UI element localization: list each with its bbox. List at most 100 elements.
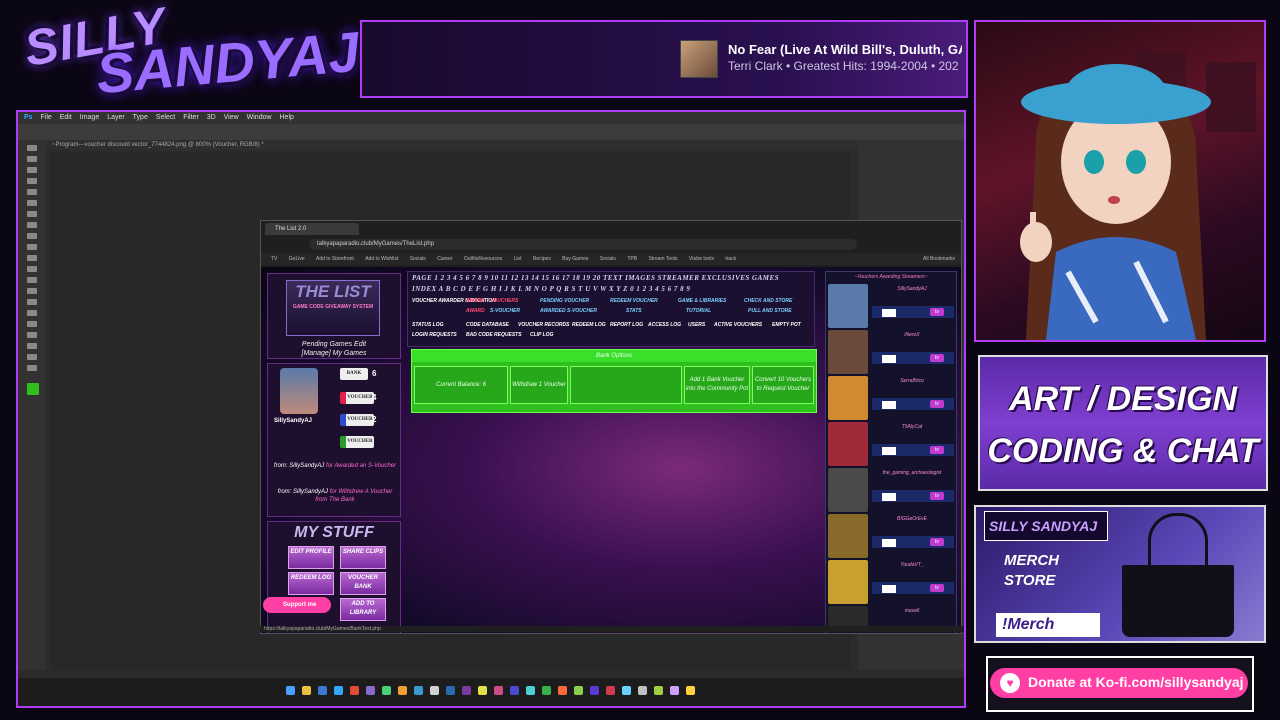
bookmark-12[interactable]: Stream Tools [648, 256, 677, 262]
share-clips-button[interactable]: SHARE CLIPS [340, 546, 386, 569]
bookmark-6[interactable]: OutfitsResources [464, 256, 502, 262]
bookmark-5[interactable]: Career [437, 256, 452, 262]
app-icon[interactable] [558, 686, 567, 695]
pen-tool-icon[interactable] [27, 310, 37, 316]
nav-active-vouchers[interactable]: ACTIVE VOUCHERS [714, 322, 762, 328]
stamp-tool-icon[interactable] [27, 244, 37, 250]
menu-help[interactable]: Help [280, 114, 294, 121]
hand-tool-icon[interactable] [27, 354, 37, 360]
menu-image[interactable]: Image [80, 114, 99, 121]
path-select-icon[interactable] [27, 332, 37, 338]
browser-tab[interactable]: The List 2.0 [265, 223, 359, 235]
app-icon[interactable] [446, 686, 455, 695]
nav-voucher-records[interactable]: VOUCHER RECORDS [518, 322, 569, 328]
app-icon[interactable] [478, 686, 487, 695]
nav-redeem-voucher[interactable]: REDEEM VOUCHER [610, 298, 658, 304]
nav-game-libraries[interactable]: GAME & LIBRARIES [678, 298, 726, 304]
nav-login-requests[interactable]: LOGIN REQUESTS [412, 332, 457, 338]
voucher-bank-button[interactable]: VOUCHER BANK [340, 572, 386, 595]
nav-clip-log[interactable]: CLIP LOG [530, 332, 553, 338]
add-to-library-button[interactable]: ADD TO LIBRARY [340, 598, 386, 621]
app-icon[interactable] [654, 686, 663, 695]
app-icon[interactable] [638, 686, 647, 695]
streamer-row[interactable]: SerraBrico tv [828, 376, 954, 420]
streamer-row[interactable]: YoudaVT_ tv [828, 560, 954, 604]
bookmark-13[interactable]: Vtube tools [689, 256, 714, 262]
twitch-icon[interactable]: tv [930, 584, 944, 592]
app-icon[interactable] [350, 686, 359, 695]
app-icon[interactable] [494, 686, 503, 695]
photoshop-document-tab[interactable]: ~Program---voucher discount vector_77448… [38, 140, 882, 150]
nav-awarded-s-voucher[interactable]: AWARDED S-VOUCHER [540, 308, 597, 314]
menu-window[interactable]: Window [247, 114, 272, 121]
streamer-row[interactable]: SillySandyAJ tv [828, 284, 954, 328]
nav-check-store[interactable]: CHECK AND STORE [744, 298, 792, 304]
nav-status-log[interactable]: STATUS LOG [412, 322, 443, 328]
app-icon[interactable] [318, 686, 327, 695]
nav-award-2[interactable]: AWARD [466, 308, 485, 314]
streamer-row[interactable]: BIGGeOrEvE tv [828, 514, 954, 558]
app-icon[interactable] [590, 686, 599, 695]
page-index-row[interactable]: PAGE 1 2 3 4 5 6 7 8 9 10 11 12 13 14 15… [412, 274, 779, 282]
streamer-row[interactable]: the_gaming_archaeologist tv [828, 468, 954, 512]
bookmark-8[interactable]: Recipes [533, 256, 551, 262]
chrome-icon[interactable] [398, 686, 407, 695]
marquee-tool-icon[interactable] [27, 156, 37, 162]
menu-edit[interactable]: Edit [60, 114, 72, 121]
pending-games-link[interactable]: Pending Games Edit [268, 340, 400, 349]
thelist-logo[interactable]: THE LIST GAME CODE GIVEAWAY SYSTEM [286, 280, 380, 336]
bookmark-9[interactable]: Buy Games [562, 256, 588, 262]
frame-tool-icon[interactable] [27, 200, 37, 206]
add-to-pot-button[interactable]: Add 1 Bank Voucher into the Community Po… [684, 366, 750, 404]
convert-vouchers-button[interactable]: Convert 10 Vouchers to Request Voucher [752, 366, 814, 404]
withdraw-voucher-button[interactable]: Withdraw 1 Voucher [510, 366, 568, 404]
zoom-tool-icon[interactable] [27, 365, 37, 371]
menu-view[interactable]: View [224, 114, 239, 121]
app-icon[interactable] [414, 686, 423, 695]
nav-stats[interactable]: STATS [626, 308, 642, 314]
app-icon[interactable] [526, 686, 535, 695]
menu-file[interactable]: File [41, 114, 52, 121]
manage-games-link[interactable]: [Manage] My Games [268, 349, 400, 358]
explorer-icon[interactable] [302, 686, 311, 695]
twitch-icon[interactable]: tv [930, 400, 944, 408]
app-icon[interactable] [542, 686, 551, 695]
app-icon[interactable] [670, 686, 679, 695]
edit-profile-button[interactable]: EDIT PROFILE [288, 546, 334, 569]
history-brush-icon[interactable] [27, 255, 37, 261]
gradient-tool-icon[interactable] [27, 277, 37, 283]
support-me-button[interactable]: Support me [263, 597, 331, 613]
twitch-icon[interactable]: tv [930, 538, 944, 546]
nav-s-voucher[interactable]: S-VOUCHER [490, 308, 520, 314]
app-icon[interactable] [382, 686, 391, 695]
app-icon[interactable] [366, 686, 375, 695]
twitch-icon[interactable]: tv [930, 492, 944, 500]
menu-filter[interactable]: Filter [183, 114, 199, 121]
app-icon[interactable] [622, 686, 631, 695]
bookmark-0[interactable]: TV [271, 256, 277, 262]
eraser-tool-icon[interactable] [27, 266, 37, 272]
menu-layer[interactable]: Layer [107, 114, 125, 121]
app-icon[interactable] [510, 686, 519, 695]
eyedropper-tool-icon[interactable] [27, 211, 37, 217]
twitch-icon[interactable]: tv [930, 354, 944, 362]
shape-tool-icon[interactable] [27, 343, 37, 349]
address-bar[interactable]: talkyapaparadio.club/MyGames/TheList.php [309, 239, 857, 250]
bookmark-7[interactable]: List [514, 256, 522, 262]
lasso-tool-icon[interactable] [27, 167, 37, 173]
bookmark-10[interactable]: Socials [600, 256, 616, 262]
bookmark-1[interactable]: GoLive [289, 256, 305, 262]
dodge-tool-icon[interactable] [27, 299, 37, 305]
nav-users[interactable]: USERS [688, 322, 705, 328]
bookmark-11[interactable]: TPB [627, 256, 637, 262]
twitch-icon[interactable]: tv [930, 446, 944, 454]
streamer-row[interactable]: T5AlyCat tv [828, 422, 954, 466]
nav-report-log[interactable]: REPORT LOG [610, 322, 643, 328]
start-icon[interactable] [286, 686, 295, 695]
bookmark-3[interactable]: Add to Wishlist [365, 256, 398, 262]
brush-tool-icon[interactable] [27, 233, 37, 239]
nav-award[interactable]: AWARD [466, 298, 485, 304]
app-icon[interactable] [606, 686, 615, 695]
app-icon[interactable] [430, 686, 439, 695]
nav-tutorial[interactable]: TUTORIAL [686, 308, 711, 314]
